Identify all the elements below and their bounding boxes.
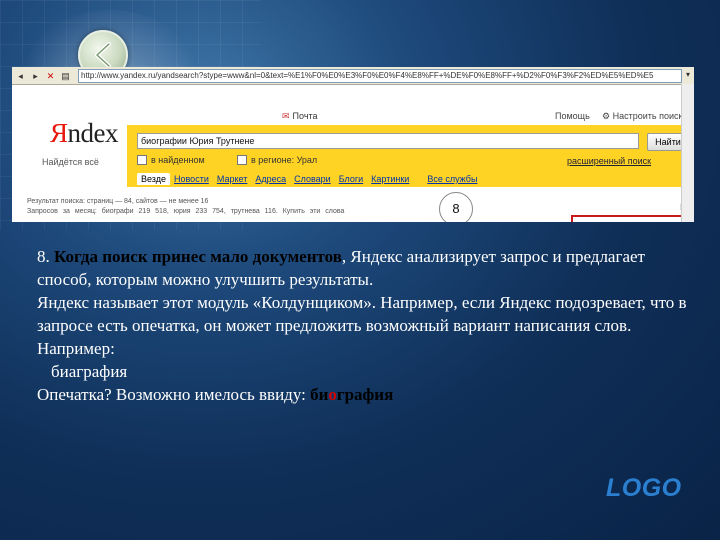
tab-addresses[interactable]: Адреса [251, 173, 290, 185]
browser-screenshot: ◂ ▸ ✕ ▤ http://www.yandex.ru/yandsearch?… [12, 67, 694, 222]
forward-nav-icon[interactable]: ▸ [29, 70, 42, 82]
tab-all-services[interactable]: Все службы [423, 173, 481, 185]
paragraph: биаграфия [51, 362, 128, 381]
tab-news[interactable]: Новости [170, 173, 213, 185]
service-tabs: Везде Новости Маркет Адреса Словари Блог… [137, 173, 481, 185]
paragraph: Например: [37, 339, 115, 358]
stats-line: Результат поиска: страниц — 84, сайтов —… [27, 198, 209, 205]
tab-everywhere[interactable]: Везде [137, 173, 170, 185]
checkbox-icon[interactable] [137, 155, 147, 165]
search-stats: Результат поиска: страниц — 84, сайтов —… [27, 197, 344, 217]
tab-dictionaries[interactable]: Словари [290, 173, 335, 185]
settings-link[interactable]: ⚙ Настроить поиск [602, 111, 682, 122]
dropdown-arrow-icon[interactable]: ▾ [682, 70, 694, 82]
step-badge: 8 [439, 192, 473, 222]
search-input[interactable]: биографии Юрия Трутнене [137, 133, 639, 149]
back-nav-icon[interactable]: ◂ [14, 70, 27, 82]
back-arrow-icon [95, 42, 111, 68]
url-field[interactable]: http://www.yandex.ru/yandsearch?stype=ww… [78, 68, 682, 83]
help-link[interactable]: Помощь [555, 111, 590, 121]
yandex-page: Яndex Найдётся всё ✉ Почта Помощь ⚙ Настр… [12, 85, 694, 222]
mail-link[interactable]: ✉ Почта [282, 111, 318, 122]
footer-logo: LOGO [606, 474, 682, 502]
slide-body: 8. Когда поиск принес мало документов, Я… [37, 245, 687, 406]
checkbox-icon[interactable] [237, 155, 247, 165]
advanced-search-link[interactable]: расширенный поиск [567, 156, 651, 166]
close-nav-icon[interactable]: ✕ [44, 70, 57, 82]
paragraph: 8. Когда поиск принес мало документов, Я… [37, 247, 645, 289]
stats-line: Запросов за месяц: биографи 219 518, юри… [27, 208, 345, 215]
envelope-icon: ✉ [282, 111, 290, 121]
paragraph: Опечатка? Возможно имелось ввиду: биогра… [37, 385, 394, 404]
yandex-slogan: Найдётся всё [42, 157, 99, 167]
paragraph: Яндекс называет этот модуль «Колдунщиком… [37, 293, 687, 335]
yandex-logo[interactable]: Яndex [50, 118, 119, 149]
tab-market[interactable]: Маркет [213, 173, 251, 185]
address-bar: ◂ ▸ ✕ ▤ http://www.yandex.ru/yandsearch?… [12, 67, 694, 85]
highlight-box [571, 215, 693, 222]
tab-images[interactable]: Картинки [367, 173, 413, 185]
gear-icon: ⚙ [602, 111, 611, 121]
page-icon: ▤ [61, 70, 70, 81]
option-found[interactable]: в найденном [137, 155, 205, 165]
option-region[interactable]: в регионе: Урал [237, 155, 317, 165]
scrollbar[interactable] [681, 84, 694, 222]
search-band: биографии Юрия Трутнене Найти в найденно… [127, 125, 694, 187]
tab-blogs[interactable]: Блоги [335, 173, 367, 185]
